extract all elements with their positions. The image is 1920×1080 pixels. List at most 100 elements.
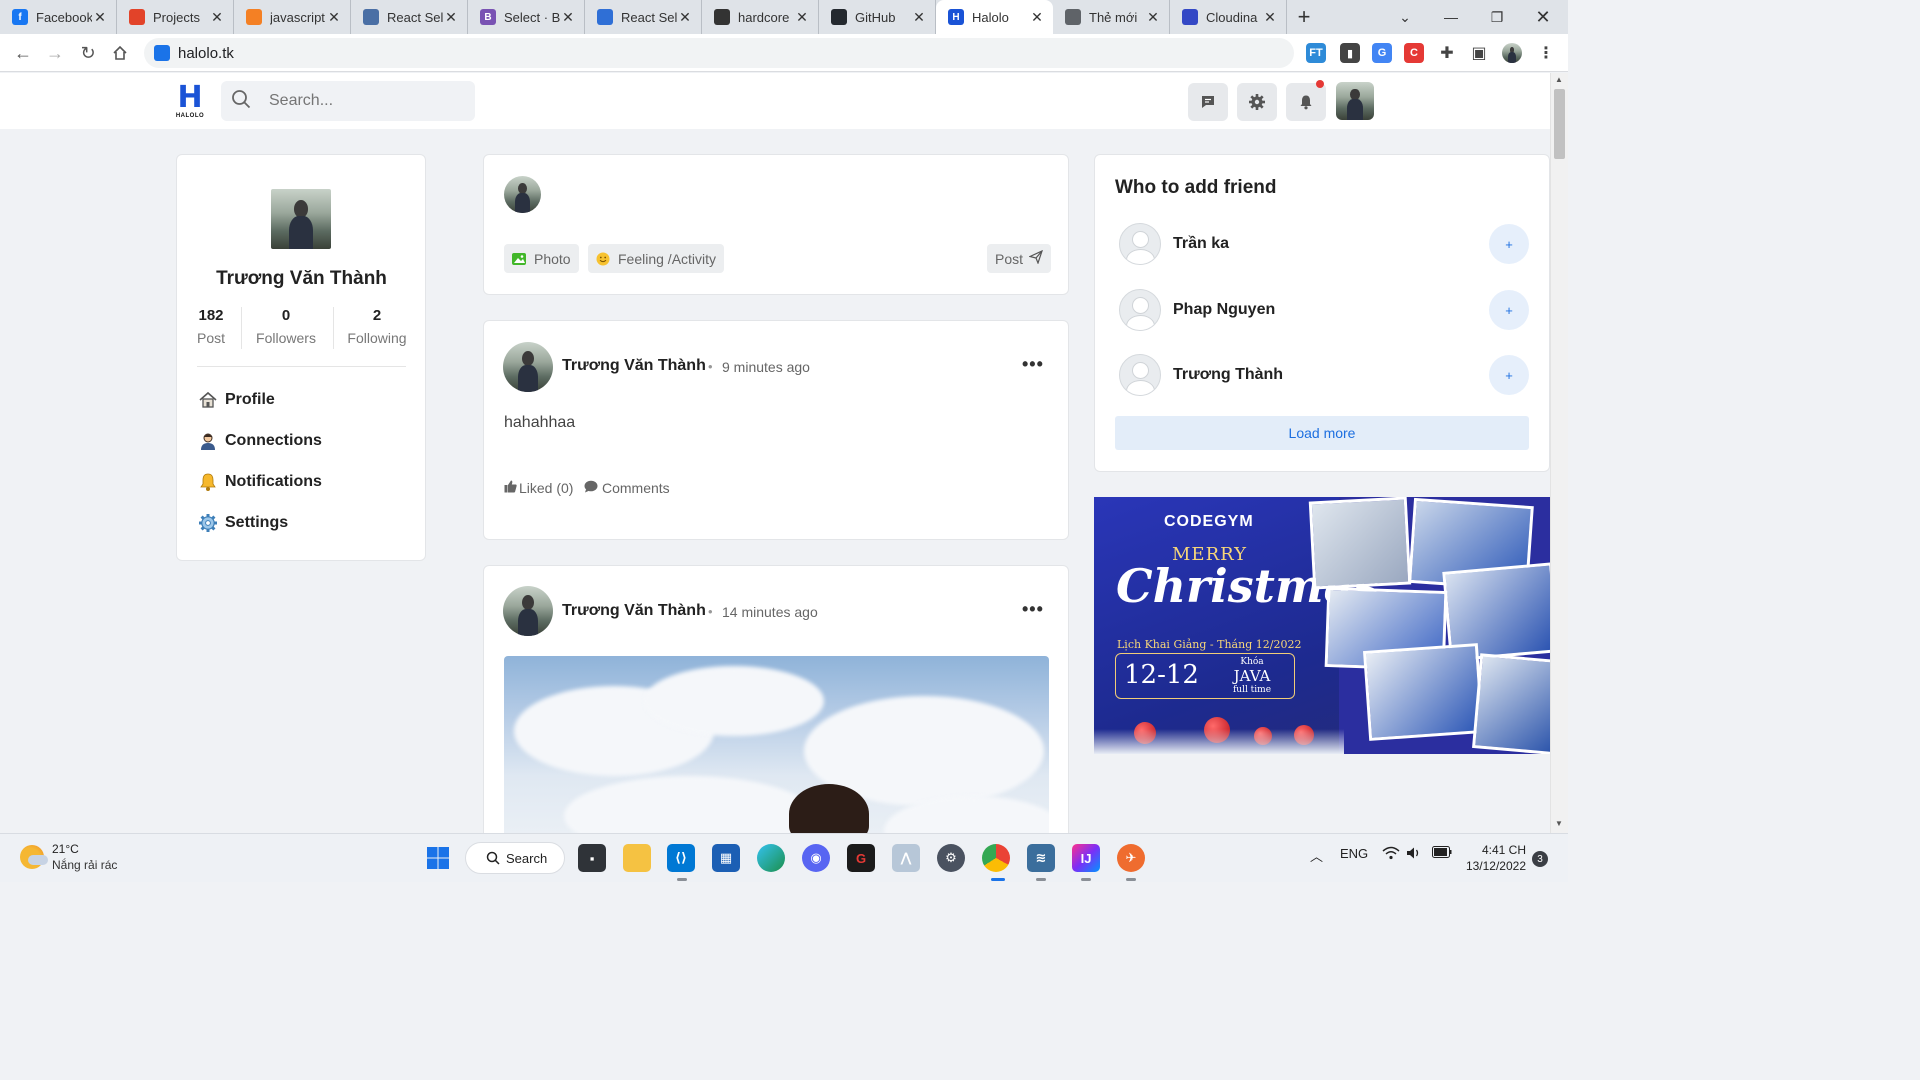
- menu-item-notifications[interactable]: Notifications: [197, 470, 322, 494]
- post-author-avatar[interactable]: [503, 586, 553, 636]
- intellij-icon[interactable]: IJ: [1072, 844, 1100, 872]
- profile-name[interactable]: Trương Văn Thành: [177, 268, 426, 290]
- scroll-thumb[interactable]: [1554, 89, 1565, 159]
- wifi-icon[interactable]: [1382, 846, 1400, 863]
- extension-ft-icon[interactable]: FT: [1306, 43, 1326, 63]
- notification-count-badge[interactable]: 3: [1532, 851, 1548, 867]
- minimize-icon[interactable]: —: [1428, 0, 1474, 34]
- browser-menu-icon[interactable]: ⋮: [1536, 43, 1556, 63]
- comments-button[interactable]: Comments: [584, 480, 670, 496]
- suggested-user-avatar[interactable]: [1119, 354, 1161, 396]
- browser-tab[interactable]: React Sel ✕: [351, 0, 468, 34]
- suggested-user-name[interactable]: Phap Nguyen: [1173, 301, 1275, 319]
- back-icon[interactable]: ←: [10, 40, 36, 66]
- task-view-icon[interactable]: ▪: [578, 844, 606, 872]
- messages-button[interactable]: [1188, 83, 1228, 121]
- post-options-icon[interactable]: •••: [1022, 354, 1044, 375]
- tab-close-icon[interactable]: ✕: [326, 9, 342, 26]
- like-button[interactable]: Liked (0): [504, 480, 573, 496]
- chrome-icon[interactable]: [982, 844, 1010, 872]
- browser-tab[interactable]: f Facebook ✕: [0, 0, 117, 34]
- search-input[interactable]: [269, 92, 469, 110]
- menu-item-connections[interactable]: Connections: [197, 429, 322, 453]
- tab-close-icon[interactable]: ✕: [92, 9, 108, 26]
- edge-icon[interactable]: [757, 844, 785, 872]
- profile-avatar[interactable]: [271, 189, 331, 249]
- browser-tab[interactable]: Thẻ mới ✕: [1053, 0, 1170, 34]
- postman-icon[interactable]: ✈: [1117, 844, 1145, 872]
- scroll-down-icon[interactable]: ▼: [1555, 819, 1563, 828]
- close-window-icon[interactable]: ✕: [1520, 0, 1566, 34]
- add-friend-button[interactable]: +: [1489, 290, 1529, 330]
- add-friend-button[interactable]: +: [1489, 355, 1529, 395]
- tab-close-icon[interactable]: ✕: [443, 9, 459, 26]
- feeling-button[interactable]: Feeling /Activity: [588, 244, 725, 273]
- chart-app-icon[interactable]: ⋀: [892, 844, 920, 872]
- vscode-icon[interactable]: ⟨⟩: [667, 844, 695, 872]
- header-avatar[interactable]: [1336, 82, 1374, 120]
- tab-close-icon[interactable]: ✕: [1029, 9, 1045, 26]
- file-explorer-icon[interactable]: [623, 844, 651, 872]
- post-options-icon[interactable]: •••: [1022, 599, 1044, 620]
- tab-close-icon[interactable]: ✕: [911, 9, 927, 26]
- taskbar-search[interactable]: Search: [465, 842, 565, 874]
- battery-icon[interactable]: [1432, 846, 1452, 861]
- page-scrollbar[interactable]: ▲ ▼: [1550, 73, 1568, 833]
- tab-search-icon[interactable]: ⌄: [1382, 0, 1428, 34]
- notifications-button[interactable]: [1286, 80, 1326, 121]
- restore-icon[interactable]: ❐: [1474, 0, 1520, 34]
- menu-item-settings[interactable]: Settings: [197, 511, 288, 535]
- browser-tab[interactable]: B Select · B ✕: [468, 0, 585, 34]
- forward-icon[interactable]: →: [42, 40, 68, 66]
- extension-phone-icon[interactable]: ▮: [1340, 43, 1360, 63]
- stat-posts[interactable]: 182 Post: [191, 307, 231, 346]
- settings-icon[interactable]: ⚙: [937, 844, 965, 872]
- codegym-christmas-banner[interactable]: CODEGYM MERRY Christmas Lịch Khai Giảng …: [1094, 497, 1550, 754]
- suggested-user-name[interactable]: Trần ka: [1173, 235, 1229, 253]
- tab-close-icon[interactable]: ✕: [1145, 9, 1161, 26]
- mysql-workbench-icon[interactable]: ≋: [1027, 844, 1055, 872]
- url-field[interactable]: halolo.tk: [144, 38, 1294, 68]
- browser-tab[interactable]: Cloudina ✕: [1170, 0, 1287, 34]
- stat-following[interactable]: 2 Following: [342, 307, 412, 346]
- post-submit-button[interactable]: Post: [987, 244, 1052, 273]
- suggested-user-avatar[interactable]: [1119, 223, 1161, 265]
- browser-tab[interactable]: javascript ✕: [234, 0, 351, 34]
- extension-c-icon[interactable]: C: [1404, 43, 1424, 63]
- suggested-user-avatar[interactable]: [1119, 289, 1161, 331]
- browser-tab[interactable]: Projects ✕: [117, 0, 234, 34]
- tab-close-icon[interactable]: ✕: [560, 9, 576, 26]
- stat-followers[interactable]: 0 Followers: [251, 307, 321, 346]
- suggested-user-name[interactable]: Trương Thành: [1173, 366, 1283, 384]
- post-author-avatar[interactable]: [503, 342, 553, 392]
- tab-close-icon[interactable]: ✕: [1262, 9, 1278, 26]
- load-more-button[interactable]: Load more: [1115, 416, 1529, 450]
- tab-close-icon[interactable]: ✕: [794, 9, 810, 26]
- halolo-logo[interactable]: H HALOLO: [174, 83, 206, 121]
- browser-tab[interactable]: GitHub ✕: [819, 0, 936, 34]
- windows-start-icon[interactable]: [424, 844, 452, 872]
- photo-button[interactable]: Photo: [504, 244, 579, 273]
- language-indicator[interactable]: ENG: [1340, 846, 1368, 861]
- extensions-puzzle-icon[interactable]: ✚: [1437, 43, 1457, 63]
- settings-button[interactable]: [1237, 83, 1277, 121]
- home-icon[interactable]: [107, 40, 133, 66]
- browser-profile-avatar[interactable]: [1502, 43, 1522, 63]
- browser-tab[interactable]: hardcore ✕: [702, 0, 819, 34]
- google-translate-icon[interactable]: G: [1372, 43, 1392, 63]
- tab-close-icon[interactable]: ✕: [677, 9, 693, 26]
- microsoft-store-icon[interactable]: ▦: [712, 844, 740, 872]
- menu-item-profile[interactable]: Profile: [197, 388, 275, 412]
- add-friend-button[interactable]: +: [1489, 224, 1529, 264]
- side-panel-icon[interactable]: ▣: [1469, 43, 1489, 63]
- browser-tab[interactable]: React Sel ✕: [585, 0, 702, 34]
- browser-tab[interactable]: H Halolo ✕: [936, 0, 1053, 34]
- tab-close-icon[interactable]: ✕: [209, 9, 225, 26]
- volume-icon[interactable]: [1406, 846, 1422, 863]
- reload-icon[interactable]: ↻: [75, 40, 101, 66]
- post-image[interactable]: [504, 656, 1049, 854]
- post-author-name[interactable]: Trương Văn Thành: [562, 602, 706, 620]
- weather-widget[interactable]: 21°C Nắng rải rác: [20, 842, 117, 872]
- system-clock[interactable]: 4:41 CH 13/12/2022: [1462, 842, 1526, 874]
- new-tab-button[interactable]: +: [1287, 0, 1321, 34]
